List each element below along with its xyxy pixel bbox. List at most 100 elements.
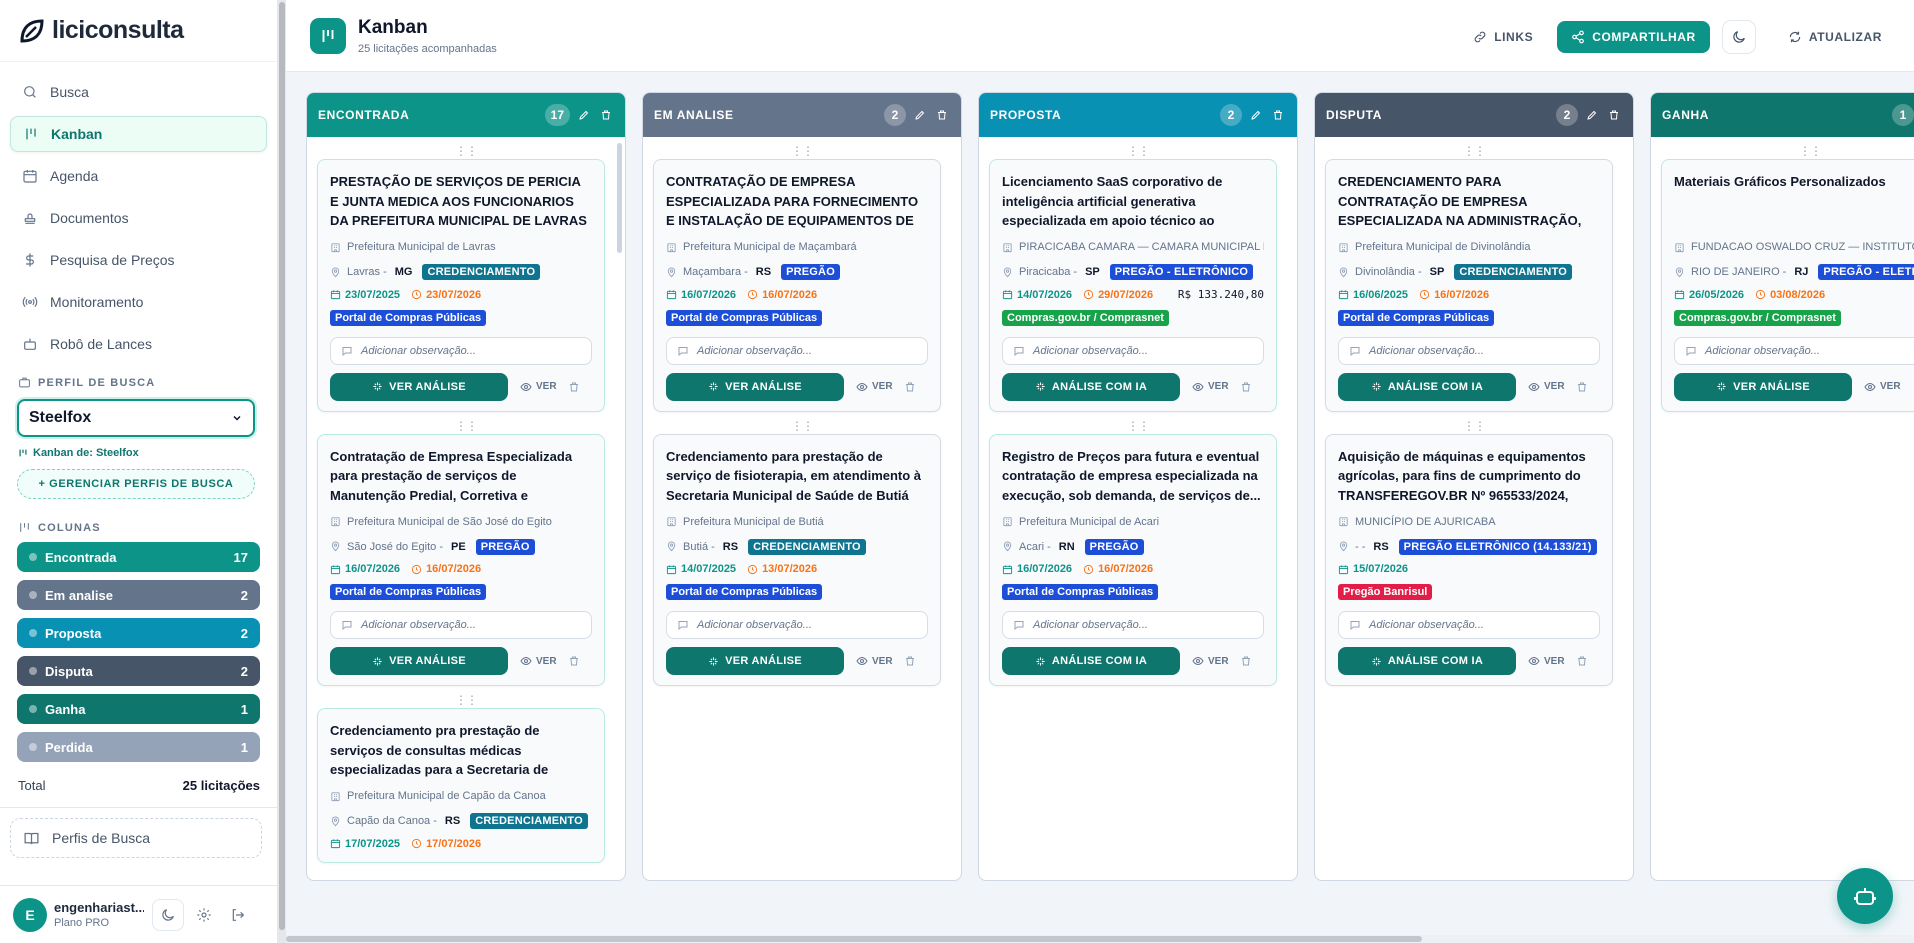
bid-card[interactable]: Contratação de Empresa Especializada par… <box>317 433 605 686</box>
drag-handle[interactable]: ⋮⋮ <box>643 143 961 159</box>
delete-card-button[interactable] <box>1576 381 1588 393</box>
nav-item-monitoramento[interactable]: Monitoramento <box>10 284 267 320</box>
delete-column-button[interactable] <box>598 107 614 123</box>
manage-profiles-button[interactable]: + GERENCIAR PERFIS DE BUSCA <box>17 469 255 499</box>
observation-input[interactable]: Adicionar observação... <box>1674 336 1914 365</box>
column-header[interactable]: ENCONTRADA 17 <box>307 93 625 137</box>
card-title[interactable]: Materiais Gráficos Personalizados <box>1674 172 1914 231</box>
nav-item-precos[interactable]: Pesquisa de Preços <box>10 242 267 278</box>
search-profiles-link[interactable]: Perfis de Busca <box>10 818 262 858</box>
sidebar-scrollbar[interactable] <box>278 0 286 943</box>
observation-input[interactable]: Adicionar observação... <box>1338 336 1600 365</box>
card-title[interactable]: Contratação de Empresa Especializada par… <box>330 447 592 506</box>
column-header[interactable]: DISPUTA 2 <box>1315 93 1633 137</box>
observation-input[interactable]: Adicionar observação... <box>1338 611 1600 639</box>
observation-input[interactable]: Adicionar observação... <box>1002 611 1264 639</box>
observation-input[interactable]: Adicionar observação... <box>330 611 592 639</box>
column-filter-ganha[interactable]: Ganha 1 <box>17 694 260 724</box>
observation-input[interactable]: Adicionar observação... <box>330 336 592 365</box>
nav-item-documentos[interactable]: Documentos <box>10 200 267 236</box>
column-header[interactable]: PROPOSTA 2 <box>979 93 1297 137</box>
nav-item-robo[interactable]: Robô de Lances <box>10 326 267 362</box>
view-button[interactable]: VER <box>1528 381 1565 393</box>
analysis-button[interactable]: ANÁLISE COM IA <box>1338 647 1516 675</box>
column-filter-disputa[interactable]: Disputa 2 <box>17 656 260 686</box>
column-filter-perdida[interactable]: Perdida 1 <box>17 732 260 762</box>
view-button[interactable]: VER <box>520 655 557 667</box>
nav-item-agenda[interactable]: Agenda <box>10 158 267 194</box>
view-button[interactable]: VER <box>856 655 893 667</box>
delete-card-button[interactable] <box>568 655 580 667</box>
column-filter-proposta[interactable]: Proposta 2 <box>17 618 260 648</box>
drag-handle[interactable]: ⋮⋮ <box>1651 143 1914 159</box>
observation-input[interactable]: Adicionar observação... <box>666 611 928 639</box>
drag-handle[interactable]: ⋮⋮ <box>307 143 625 159</box>
analysis-button[interactable]: VER ANÁLISE <box>330 372 508 401</box>
card-title[interactable]: CREDENCIAMENTO PARA CONTRATAÇÃO DE EMPRE… <box>1338 172 1600 231</box>
drag-handle[interactable]: ⋮⋮ <box>979 418 1297 434</box>
card-title[interactable]: Aquisição de máquinas e equipamentos agr… <box>1338 447 1600 506</box>
scrollbar-thumb[interactable] <box>286 936 1422 942</box>
theme-toggle-button[interactable] <box>1721 20 1756 54</box>
delete-card-button[interactable] <box>904 655 916 667</box>
analysis-button[interactable]: VER ANÁLISE <box>666 372 844 401</box>
share-button[interactable]: COMPARTILHAR <box>1557 21 1710 53</box>
edit-column-button[interactable] <box>576 107 592 123</box>
logout-button[interactable] <box>224 901 252 929</box>
drag-handle[interactable]: ⋮⋮ <box>643 418 961 434</box>
column-scrollbar[interactable] <box>617 143 622 253</box>
scrollbar-thumb[interactable] <box>279 2 285 930</box>
column-filter-encontrada[interactable]: Encontrada 17 <box>17 542 260 572</box>
edit-column-button[interactable] <box>1584 107 1600 123</box>
assistant-bot-button[interactable] <box>1837 868 1893 924</box>
analysis-button[interactable]: VER ANÁLISE <box>330 647 508 675</box>
view-button[interactable]: VER <box>1192 655 1229 667</box>
delete-card-button[interactable] <box>568 381 580 393</box>
column-filter-em-analise[interactable]: Em analise 2 <box>17 580 260 610</box>
nav-item-kanban[interactable]: Kanban <box>10 116 267 152</box>
delete-column-button[interactable] <box>1270 107 1286 123</box>
view-button[interactable]: VER <box>856 381 893 393</box>
observation-input[interactable]: Adicionar observação... <box>1002 336 1264 365</box>
bid-card[interactable]: Licenciamento SaaS corporativo de inteli… <box>989 159 1277 412</box>
links-button[interactable]: LINKS <box>1461 21 1545 53</box>
delete-card-button[interactable] <box>904 381 916 393</box>
delete-card-button[interactable] <box>1240 655 1252 667</box>
drag-handle[interactable]: ⋮⋮ <box>307 692 625 708</box>
view-button[interactable]: VER <box>1192 381 1229 393</box>
delete-column-button[interactable] <box>1606 107 1622 123</box>
edit-column-button[interactable] <box>1248 107 1264 123</box>
card-title[interactable]: Credenciamento pra prestação de serviços… <box>330 721 592 780</box>
bid-card[interactable]: CREDENCIAMENTO PARA CONTRATAÇÃO DE EMPRE… <box>1325 159 1613 412</box>
bid-card[interactable]: Credenciamento para prestação de serviço… <box>653 433 941 686</box>
analysis-button[interactable]: ANÁLISE COM IA <box>1338 372 1516 401</box>
card-title[interactable]: Registro de Preços para futura e eventua… <box>1002 447 1264 506</box>
bid-card[interactable]: PRESTAÇÃO DE SERVIÇOS DE PERICIA E JUNTA… <box>317 159 605 412</box>
bid-card[interactable]: Aquisição de máquinas e equipamentos agr… <box>1325 433 1613 686</box>
column-header[interactable]: GANHA 1 <box>1651 93 1914 137</box>
analysis-button[interactable]: ANÁLISE COM IA <box>1002 372 1180 401</box>
card-title[interactable]: Credenciamento para prestação de serviço… <box>666 447 928 506</box>
delete-column-button[interactable] <box>934 107 950 123</box>
bid-card[interactable]: Registro de Preços para futura e eventua… <box>989 433 1277 686</box>
card-title[interactable]: CONTRATAÇÃO DE EMPRESA ESPECIALIZADA PAR… <box>666 172 928 231</box>
delete-card-button[interactable] <box>1240 381 1252 393</box>
drag-handle[interactable]: ⋮⋮ <box>1315 143 1633 159</box>
brand[interactable]: liciconsulta <box>0 0 277 62</box>
view-button[interactable]: VER <box>520 381 557 393</box>
card-title[interactable]: Licenciamento SaaS corporativo de inteli… <box>1002 172 1264 231</box>
settings-button[interactable] <box>190 901 218 929</box>
avatar[interactable]: E <box>13 897 47 932</box>
analysis-button[interactable]: ANÁLISE COM IA <box>1002 647 1180 675</box>
bid-card[interactable]: CONTRATAÇÃO DE EMPRESA ESPECIALIZADA PAR… <box>653 159 941 412</box>
drag-handle[interactable]: ⋮⋮ <box>1315 418 1633 434</box>
observation-input[interactable]: Adicionar observação... <box>666 336 928 365</box>
theme-toggle-button[interactable] <box>152 898 184 931</box>
column-header[interactable]: EM ANALISE 2 <box>643 93 961 137</box>
board-horizontal-scrollbar[interactable] <box>286 935 1914 943</box>
nav-item-busca[interactable]: Busca <box>10 74 267 110</box>
view-button[interactable]: VER <box>1528 655 1565 667</box>
profile-select[interactable]: Steelfox <box>17 399 255 437</box>
refresh-button[interactable]: ATUALIZAR <box>1776 21 1894 53</box>
bid-card[interactable]: Materiais Gráficos Personalizados FUNDAC… <box>1661 159 1914 412</box>
